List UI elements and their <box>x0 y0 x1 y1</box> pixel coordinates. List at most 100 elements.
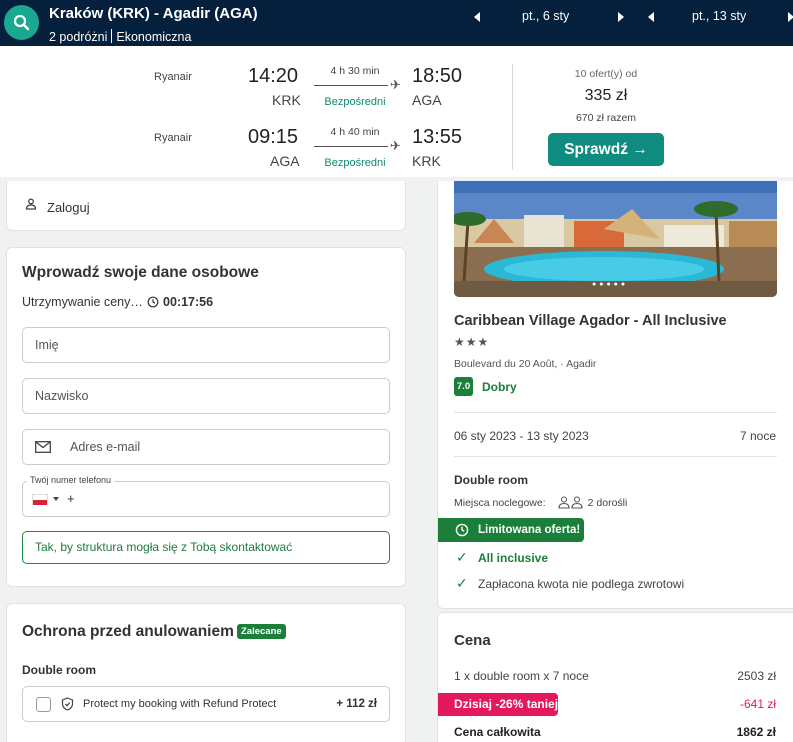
phone-label: Twój numer telefonu <box>27 475 115 485</box>
cabin-class: Ekonomiczna <box>116 30 192 44</box>
route-title[interactable]: Kraków (KRK) - Agadir (AGA) <box>49 5 258 22</box>
price-line-label: 1 x double room x 7 nocе <box>454 669 589 683</box>
outbound-airline: Ryanair <box>154 71 192 83</box>
price-card: Cena 1 x double room x 7 nocе 2503 zł Dz… <box>437 612 793 742</box>
review-label: Dobry <box>482 380 517 394</box>
personal-details-title: Wprowadź swoje dane osobowe <box>22 264 259 281</box>
envelope-icon <box>35 441 51 453</box>
hotel-name[interactable]: Caribbean Village Agador - All Inclusive <box>454 313 727 329</box>
last-name-placeholder: Nazwisko <box>35 389 89 403</box>
return-date[interactable]: pt., 13 sty <box>692 9 746 23</box>
return-stops: Bezpośredni <box>324 157 386 169</box>
return-airline: Ryanair <box>154 132 192 144</box>
poland-flag-icon[interactable] <box>32 494 48 505</box>
outbound-departure-code: KRK <box>272 92 301 108</box>
beds-value: 2 dorośli <box>587 497 628 509</box>
phone-prefix: + <box>67 491 75 506</box>
limited-offer-text: Limitowana oferta! <box>478 524 581 536</box>
beds-info: Miejsca noclegowe: 2 dorośli <box>454 496 627 509</box>
price-hold-label: Utrzymywanie ceny… <box>22 295 143 309</box>
return-flight-line <box>314 146 388 147</box>
depart-date[interactable]: pt., 6 sty <box>522 9 569 23</box>
refund-protect-option[interactable]: Protect my booking with Refund Protect +… <box>22 686 390 722</box>
return-duration: 4 h 40 min <box>330 126 380 138</box>
photo-carousel-dots[interactable]: ●●●●● <box>592 281 628 288</box>
first-name-input[interactable]: Imię <box>22 327 390 363</box>
first-name-placeholder: Imię <box>35 338 59 352</box>
travellers-count: 2 podróżni <box>49 30 108 44</box>
last-name-input[interactable]: Nazwisko <box>22 378 390 414</box>
total-label: Cena całkowita <box>454 725 541 739</box>
limited-offer-badge: Limitowana oferta! <box>438 518 584 542</box>
hotel-photo-image <box>454 181 777 297</box>
check-offer-button[interactable]: Sprawdź → <box>548 133 664 166</box>
login-link[interactable]: Zaloguj <box>47 200 90 215</box>
offer-total: 670 zł razem <box>575 112 637 124</box>
contact-hint: Tak, by struktura mogła się z Tobą skont… <box>22 531 390 564</box>
refund-price: + 112 zł <box>336 698 377 710</box>
stay-nights: 7 noce <box>739 429 776 443</box>
return-departure-code: AGA <box>270 153 300 169</box>
depart-next-arrow-icon[interactable] <box>618 12 624 22</box>
divider <box>454 412 777 413</box>
feature-text: Zapłacona kwota nie podlega zwrotowi <box>478 577 685 591</box>
chevron-down-icon[interactable] <box>53 497 59 501</box>
return-departure-time: 09:15 <box>248 126 299 148</box>
review-score: 7.0 <box>454 377 473 396</box>
plane-icon: ✈ <box>390 77 401 92</box>
price-hold-timer: 00:17:56 <box>147 295 213 309</box>
hotel-address: Boulevard du 20 Août, · Agadir <box>454 358 597 370</box>
return-arrival-code: KRK <box>412 153 441 169</box>
search-button[interactable] <box>4 5 39 40</box>
checkmark-icon: ✓ <box>456 549 468 565</box>
return-prev-arrow-icon[interactable] <box>648 12 654 22</box>
email-placeholder: Adres e-mail <box>70 440 141 454</box>
price-title: Cena <box>454 632 491 649</box>
outbound-arrival-time: 18:50 <box>412 65 463 87</box>
discount-value: -641 zł <box>739 697 776 711</box>
trip-summary[interactable]: 2 podróżni Ekonomiczna <box>49 29 191 44</box>
cancellation-title: Ochrona przed anulowaniem <box>22 623 234 640</box>
stay-dates: 06 sty 2023 - 13 sty 2023 <box>454 429 589 443</box>
outbound-duration: 4 h 30 min <box>330 65 380 77</box>
price-line-value: 2503 zł <box>737 669 776 683</box>
people-icon <box>558 496 583 509</box>
personal-details-card: Wprowadź swoje dane osobowe Utrzymywanie… <box>6 247 406 587</box>
outbound-stops: Bezpośredni <box>324 96 386 108</box>
return-next-arrow-icon[interactable] <box>788 12 793 22</box>
offer-price: 335 zł <box>584 87 628 104</box>
email-input[interactable]: Adres e-mail <box>22 429 390 465</box>
feature-all-inclusive: ✓ All inclusive <box>456 549 548 566</box>
discount-badge: Dzisiaj -26% taniej <box>438 693 558 716</box>
checkmark-icon: ✓ <box>456 575 468 591</box>
hotel-card: ●●●●● Caribbean Village Agador - All Inc… <box>437 181 793 609</box>
phone-input[interactable]: + <box>22 481 390 517</box>
clock-icon <box>455 523 469 537</box>
plane-icon: ✈ <box>390 138 401 153</box>
total-value: 1862 zł <box>736 725 776 739</box>
shield-icon <box>61 697 74 711</box>
top-bar: Kraków (KRK) - Agadir (AGA) 2 podróżni Ek… <box>0 0 793 46</box>
depart-prev-arrow-icon[interactable] <box>474 12 480 22</box>
outbound-departure-time: 14:20 <box>248 65 299 87</box>
beds-label: Miejsca noclegowe: <box>454 497 546 509</box>
offers-count: 10 ofert(y) od <box>574 68 638 80</box>
feature-non-refundable: ✓ Zapłacona kwota nie podlega zwrotowi <box>456 575 684 592</box>
hold-time-value: 00:17:56 <box>163 295 214 309</box>
hotel-photo[interactable]: ●●●●● <box>454 181 777 297</box>
outbound-arrival-code: AGA <box>412 92 442 108</box>
return-arrival-time: 13:55 <box>412 126 463 148</box>
recommended-badge: Zalecane <box>237 624 286 639</box>
search-icon <box>13 14 30 31</box>
cancellation-room: Double room <box>22 663 96 677</box>
divider <box>512 64 513 170</box>
clock-icon <box>147 296 159 308</box>
divider <box>454 456 777 457</box>
feature-text: All inclusive <box>478 551 549 565</box>
flight-summary: Ryanair 14:20 KRK 4 h 30 min ✈ Bezpośred… <box>0 46 793 177</box>
refund-text: Protect my booking with Refund Protect <box>83 698 277 710</box>
cancellation-card: Ochrona przed anulowaniem Zalecane Doubl… <box>6 603 406 742</box>
outbound-flight-line <box>314 85 388 86</box>
login-card[interactable]: Zaloguj <box>6 181 406 231</box>
refund-checkbox[interactable] <box>36 697 51 712</box>
